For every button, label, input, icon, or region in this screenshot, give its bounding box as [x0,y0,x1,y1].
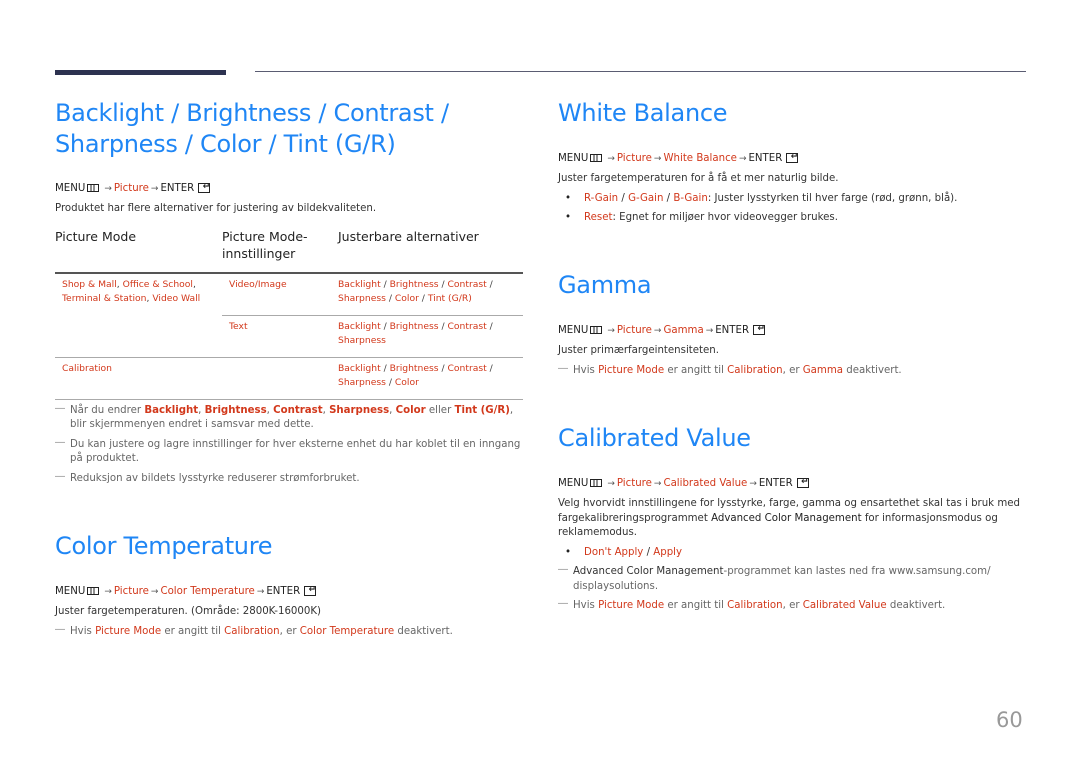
section-title-backlight: Backlight / Brightness / Contrast / Shar… [55,99,449,158]
section-title-calibrated-value: Calibrated Value [558,424,751,452]
menu-icon [87,184,100,192]
table-cell-setting [222,357,338,400]
section-color-temperature: Color Temperature MENU → Picture → Color Tem… [55,531,523,639]
enter-icon [304,583,317,597]
list-item: R-Gain / G-Gain / B-Gain: Juster lysstyr… [558,192,1028,207]
menu-path: MENU → Picture → Calibrated Value → ENTER [558,475,1028,491]
section-description: Velg hvorvidt innstillingene for lysstyr… [558,498,1020,538]
note: Hvis Picture Mode er angitt til Calibrat… [558,597,1028,614]
note: Advanced Color Management-programmet kan… [558,563,1028,594]
menu-icon [590,326,603,334]
table-row: Calibration Backlight / Brightness / Con… [55,357,523,400]
section-title-color-temperature: Color Temperature [55,532,273,560]
table-header-settings: Picture Mode-innstillinger [222,227,338,274]
table-cell-setting: Text [222,315,338,358]
menu-icon [590,154,603,162]
header-rule-thick [55,70,226,75]
note: Du kan justere og lagre innstillinger fo… [55,436,523,467]
note: Hvis Picture Mode er angitt til Calibrat… [558,362,1028,379]
menu-path: MENU → Picture → Color Temperature → ENTER [55,583,523,599]
header-rule-thin [255,71,1026,72]
section-gamma: Gamma MENU→Picture→Gamma→ENTER Juster pr… [558,270,1028,378]
table-cell-setting: Video/Image [222,272,338,316]
section-description: Juster primærfargeintensiteten. [558,345,719,356]
enter-icon [796,475,809,489]
menu-path-picture: Picture [113,183,149,194]
section-calibrated-value: Calibrated Value MENU → Picture → Calibrated… [558,423,1028,614]
note: Hvis Picture Mode er angitt til Calibrat… [55,623,523,640]
table-header-options: Justerbare alternativer [338,227,523,274]
enter-icon [786,150,799,164]
table-cell-options: Backlight / Brightness / Contrast / Sharp… [338,357,523,400]
list-item: Reset: Egnet for miljøer hvor videovegge… [558,211,1028,226]
left-column: Backlight / Brightness / Contrast / Shar… [55,98,523,637]
menu-path: MENU → Picture → ENTER [55,180,523,196]
section-description: Juster fargetemperaturen for å få et mer… [558,173,839,184]
menu-icon [87,587,100,595]
table-cell-options: Backlight / Brightness / Contrast / Sharp… [338,272,523,316]
section-title-gamma: Gamma [558,271,652,299]
menu-icon [590,479,603,487]
enter-icon [198,180,211,194]
note: Når du endrer Backlight, Brightness, Con… [55,402,523,433]
table-cell-mode: Calibration [55,357,222,400]
table-cell-mode: Shop & Mall, Office & School, Terminal & … [55,272,222,358]
section-title-white-balance: White Balance [558,99,728,127]
section-description: Produktet har flere alternativer for jus… [55,203,377,214]
section-description: Juster fargetemperaturen. (Område: 2800K… [55,606,322,617]
picture-mode-table: Picture Mode Picture Mode-innstillinger … [55,227,523,400]
table-header-row: Picture Mode Picture Mode-innstillinger … [55,227,523,274]
page-number: 60 [996,708,1023,732]
section-white-balance: White Balance MENU → Picture → White Balance… [558,98,1028,226]
table-cell-options: Backlight / Brightness / Contrast / Sharp… [338,315,523,358]
menu-path: MENU → Picture → White Balance → ENTER [558,150,1028,166]
list-item: Don't Apply / Apply [558,546,1028,561]
right-column: White Balance MENU → Picture → White Balance… [558,98,1028,611]
table-header-picture-mode: Picture Mode [55,227,222,274]
menu-path: MENU → Picture → Gamma → ENTER [558,322,1028,338]
table-row: Shop & Mall, Office & School, Terminal & … [55,272,523,358]
section-backlight: Backlight / Brightness / Contrast / Shar… [55,98,523,486]
note: Reduksjon av bildets lysstyrke reduserer… [55,470,523,487]
enter-icon [753,322,766,336]
